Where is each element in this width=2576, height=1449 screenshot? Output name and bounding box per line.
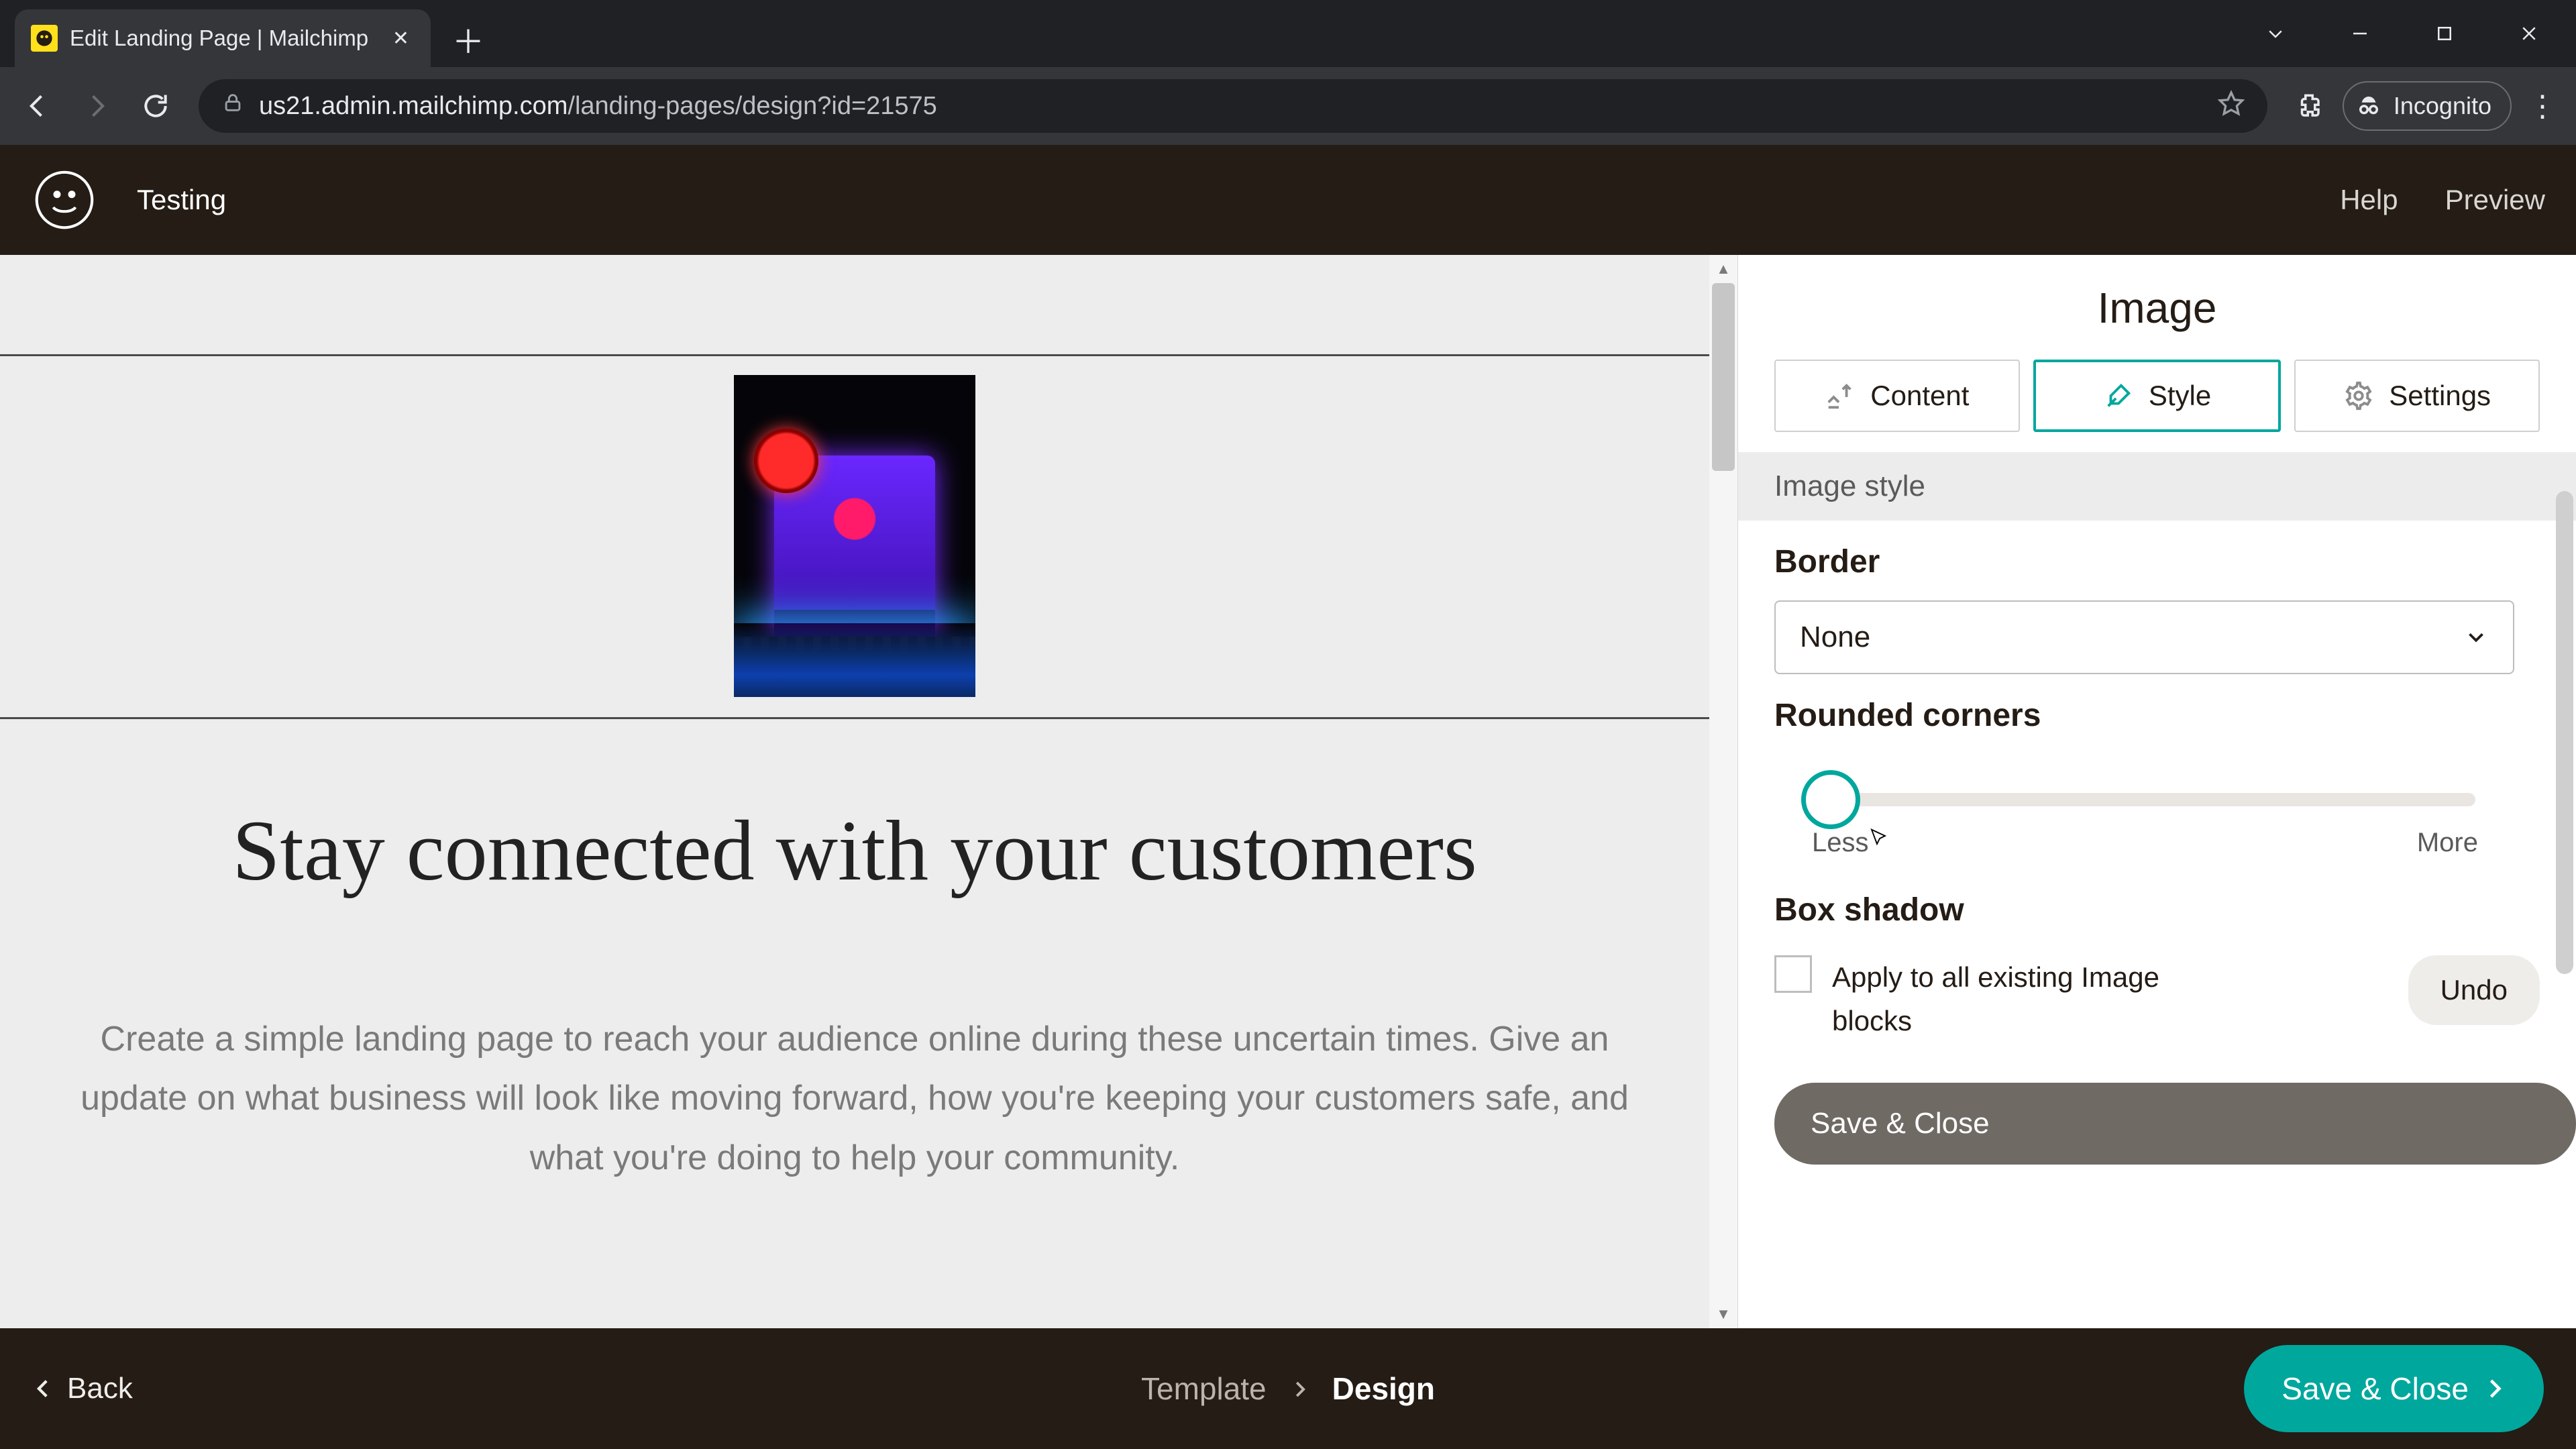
properties-panel: Image Content Style Settings Image style… [1737,255,2576,1328]
tab-settings-label: Settings [2389,380,2491,412]
border-label: Border [1774,543,2514,580]
apply-all-label: Apply to all existing Image blocks [1832,955,2208,1042]
document-title[interactable]: Testing [137,184,226,216]
breadcrumb: Template Design [1141,1371,1435,1407]
apply-all-checkbox[interactable] [1774,955,1812,993]
chevron-right-icon [1289,1371,1309,1407]
chevron-right-icon [2482,1377,2506,1401]
mailchimp-favicon [31,25,58,52]
forward-button[interactable] [72,82,121,130]
breadcrumb-template[interactable]: Template [1141,1371,1267,1407]
slider-min-label: Less [1812,828,1869,858]
bookmark-star-icon[interactable] [2218,89,2245,123]
preview-link[interactable]: Preview [2445,184,2545,216]
help-link[interactable]: Help [2340,184,2398,216]
tab-title: Edit Landing Page | Mailchimp [70,25,368,51]
footer-bar: Back Template Design Save & Close [0,1328,2576,1449]
reload-button[interactable] [131,82,180,130]
browser-titlebar: Edit Landing Page | Mailchimp ✕ ＋ [0,0,2576,67]
address-bar[interactable]: us21.admin.mailchimp.com/landing-pages/d… [199,79,2267,133]
canvas-area: Stay connected with your customers Creat… [0,255,1737,1328]
border-select[interactable]: None [1774,600,2514,674]
undo-button[interactable]: Undo [2408,955,2540,1025]
save-close-label: Save & Close [2282,1371,2469,1407]
new-tab-button[interactable]: ＋ [448,19,488,59]
image-block[interactable] [734,356,975,717]
mailchimp-logo[interactable] [31,166,98,233]
extensions-icon[interactable] [2286,83,2332,129]
rounded-corners-label: Rounded corners [1774,697,2514,734]
chrome-menu-button[interactable]: ⋮ [2522,86,2563,126]
slider-handle[interactable] [1801,770,1860,829]
apply-all-row: Apply to all existing Image blocks Undo [1738,928,2576,1042]
hero-heading[interactable]: Stay connected with your customers [232,793,1477,909]
section-label: Image style [1738,452,2576,521]
back-label: Back [67,1372,133,1405]
tab-settings[interactable]: Settings [2294,360,2540,432]
close-window-button[interactable] [2489,7,2569,60]
scroll-up-icon[interactable]: ▲ [1709,255,1737,283]
app-header: Testing Help Preview [0,145,2576,255]
scroll-down-icon[interactable]: ▼ [1709,1300,1737,1328]
panel-title: Image [1738,283,2576,333]
back-button[interactable] [13,82,62,130]
incognito-label: Incognito [2394,92,2491,120]
close-tab-icon[interactable]: ✕ [392,27,409,50]
chevron-left-icon [32,1377,55,1400]
panel-scrollbar[interactable] [2556,491,2573,1328]
box-shadow-label: Box shadow [1738,858,2576,928]
tab-strip: Edit Landing Page | Mailchimp ✕ ＋ [0,0,2235,67]
panel-tabs: Content Style Settings [1738,360,2576,432]
scroll-track[interactable] [1709,283,1737,1300]
hero-subtext[interactable]: Create a simple landing page to reach yo… [56,1010,1653,1187]
scroll-thumb[interactable] [1712,283,1735,471]
tab-content-label: Content [1870,380,1969,412]
block-divider [0,717,1709,719]
tab-style[interactable]: Style [2033,360,2282,432]
tab-search-button[interactable] [2235,7,2316,60]
border-field: Border None [1738,521,2576,674]
slider-track[interactable] [1805,793,2475,806]
panel-save-button[interactable]: Save & Close [1774,1083,2576,1165]
minimize-button[interactable] [2320,7,2400,60]
breadcrumb-design[interactable]: Design [1332,1371,1435,1407]
window-controls [2235,0,2569,67]
workspace: Stay connected with your customers Creat… [0,255,2576,1328]
maximize-button[interactable] [2404,7,2485,60]
canvas-scrollbar[interactable]: ▲ ▼ [1709,255,1737,1328]
chevron-down-icon [2463,625,2489,650]
tab-style-label: Style [2149,380,2211,412]
tab-content[interactable]: Content [1774,360,2020,432]
border-value: None [1800,621,1870,654]
incognito-badge[interactable]: Incognito [2343,81,2512,131]
panel-scroll-thumb[interactable] [2556,491,2573,974]
back-link[interactable]: Back [32,1372,133,1405]
image-placeholder[interactable] [734,375,975,697]
url-text: us21.admin.mailchimp.com/landing-pages/d… [259,92,2203,121]
browser-toolbar: us21.admin.mailchimp.com/landing-pages/d… [0,67,2576,145]
browser-tab[interactable]: Edit Landing Page | Mailchimp ✕ [15,9,431,67]
save-and-close-button[interactable]: Save & Close [2244,1345,2544,1432]
lock-icon [221,91,244,121]
rounded-corners-slider[interactable]: Less More [1774,754,2514,858]
landing-page-canvas[interactable]: Stay connected with your customers Creat… [0,255,1709,1328]
slider-max-label: More [2417,828,2478,858]
rounded-corners-field: Rounded corners Less More [1738,674,2576,858]
panel-body: Image style Border None Rounded corners [1738,452,2576,1328]
